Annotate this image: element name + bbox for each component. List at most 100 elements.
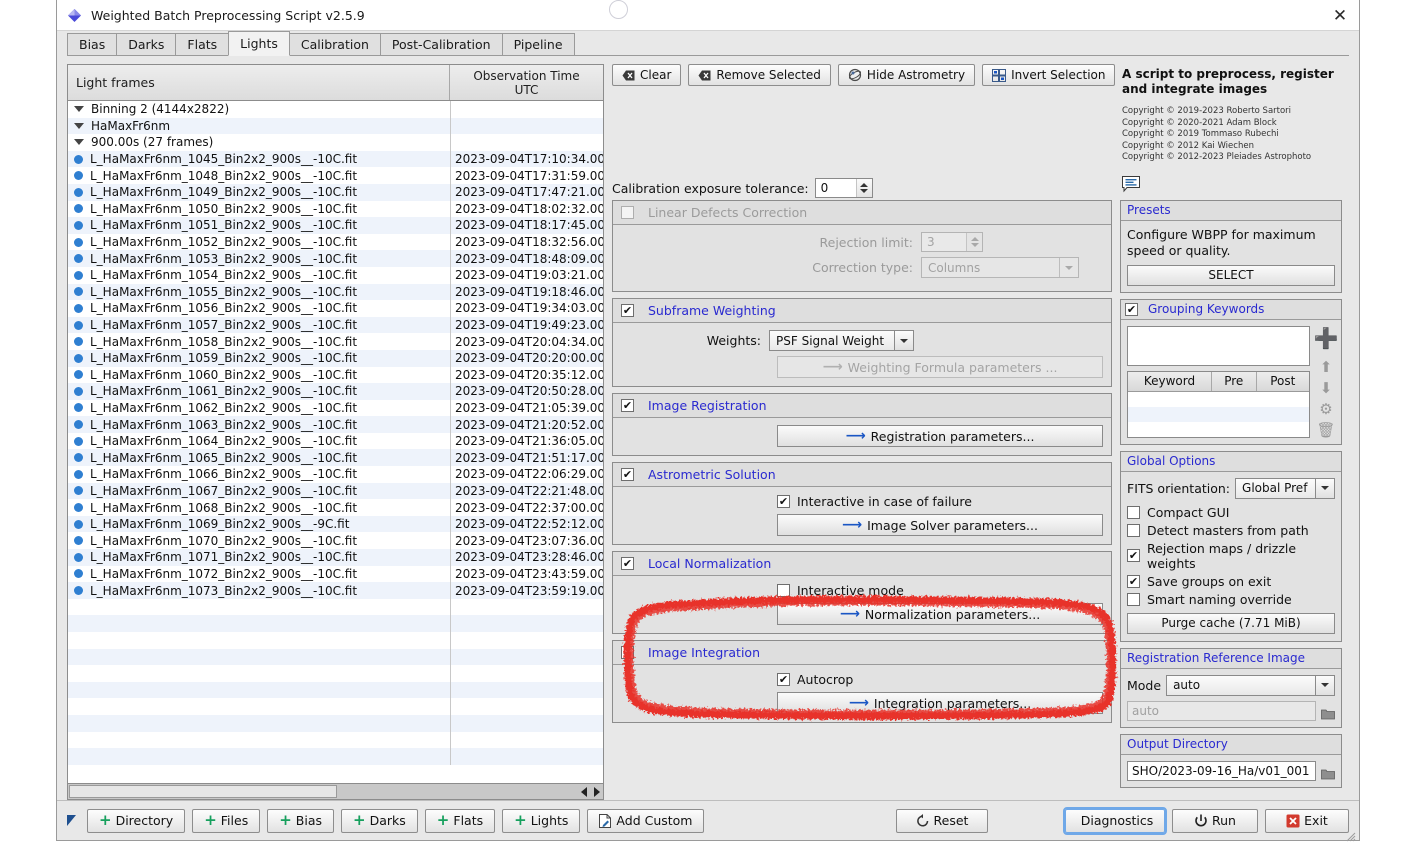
chevron-down-icon[interactable] [1315,478,1334,498]
grouping-keywords-header[interactable]: Grouping Keywords [1121,299,1341,320]
add-lights-button[interactable]: + Lights [502,808,581,833]
tree-file-row[interactable]: L_HaMaxFr6nm_1067_Bin2x2_900s__-10C.fit 2… [68,482,603,500]
hide-astrometry-button[interactable]: Hide Astrometry [837,64,976,86]
group-header-astrometric-solution[interactable]: Astrometric Solution [613,463,1111,487]
calibration-tolerance-stepper[interactable]: 0 [814,178,873,198]
group-header-subframe-weighting[interactable]: Subframe Weighting [613,299,1111,323]
detect-masters-checkbox[interactable] [1127,523,1140,537]
tree-file-row[interactable]: L_HaMaxFr6nm_1066_Bin2x2_900s__-10C.fit 2… [68,466,603,483]
option-smart-naming[interactable]: Smart naming override [1127,592,1335,607]
subframe-weighting-checkbox[interactable] [621,304,634,317]
purge-cache-button[interactable]: Purge cache (7.71 MiB) [1127,612,1335,634]
scrollbar-thumb[interactable] [69,785,337,798]
tree-file-row[interactable]: L_HaMaxFr6nm_1071_Bin2x2_900s__-10C.fit 2… [68,549,603,566]
gear-icon[interactable]: ⚙ [1319,401,1332,417]
grouping-keyword-input[interactable] [1127,325,1310,366]
tree-group-row[interactable]: Binning 2 (4144x2822) [68,101,603,118]
add-custom-button[interactable]: Add Custom [587,808,705,833]
run-button[interactable]: Run [1172,808,1258,833]
group-header-linear-defects[interactable]: Linear Defects Correction [613,201,1111,225]
folder-icon[interactable] [1321,765,1335,779]
exit-button[interactable]: Exit [1265,808,1349,833]
reference-mode-select[interactable]: auto [1166,674,1335,696]
fits-orientation-select[interactable]: Global Pref [1235,477,1335,499]
tree-file-row[interactable]: L_HaMaxFr6nm_1048_Bin2x2_900s__-10C.fit 2… [68,167,603,184]
astrometric-interactive-row[interactable]: Interactive in case of failure [777,494,1103,509]
tree-file-row[interactable]: L_HaMaxFr6nm_1045_Bin2x2_900s__-10C.fit 2… [68,150,603,168]
add-bias-button[interactable]: + Bias [267,808,335,833]
autocrop-row[interactable]: Autocrop [777,672,1103,687]
add-directory-button[interactable]: + Directory [87,808,186,833]
add-files-button[interactable]: + Files [192,808,261,833]
option-detect-masters[interactable]: Detect masters from path [1127,523,1335,538]
tree-file-row[interactable]: L_HaMaxFr6nm_1064_Bin2x2_900s__-10C.fit 2… [68,432,603,450]
diagnostics-button[interactable]: Diagnostics [1063,806,1167,835]
tree-file-row[interactable]: L_HaMaxFr6nm_1065_Bin2x2_900s__-10C.fit 2… [68,449,603,467]
tab-lights[interactable]: Lights [228,31,290,56]
tree-group-row[interactable]: HaMaxFr6nm [68,117,603,135]
tab-bias[interactable]: Bias [67,33,118,56]
resize-grip[interactable] [1346,827,1356,842]
move-up-icon[interactable]: ⬆ [1320,359,1333,375]
horizontal-scrollbar[interactable] [68,783,603,799]
normalization-parameters-button[interactable]: ⟶ Normalization parameters... [777,603,1103,625]
registration-parameters-button[interactable]: ⟶ Registration parameters... [777,425,1103,447]
scroll-left-icon[interactable] [581,787,587,797]
tree-file-row[interactable]: L_HaMaxFr6nm_1068_Bin2x2_900s__-10C.fit 2… [68,499,603,516]
local-normalization-checkbox[interactable] [621,557,634,570]
tree-file-row[interactable]: L_HaMaxFr6nm_1059_Bin2x2_900s__-10C.fit 2… [68,349,603,367]
stepper-arrows[interactable] [855,179,872,197]
tree-file-row[interactable]: L_HaMaxFr6nm_1058_Bin2x2_900s__-10C.fit 2… [68,333,603,350]
local-normalization-interactive-row[interactable]: Interactive mode [777,583,1103,598]
tree-file-row[interactable]: L_HaMaxFr6nm_1062_Bin2x2_900s__-10C.fit 2… [68,399,603,417]
tree-file-row[interactable]: L_HaMaxFr6nm_1051_Bin2x2_900s__-10C.fit 2… [68,217,603,234]
astrometric-interactive-checkbox[interactable] [777,495,790,508]
tab-flats[interactable]: Flats [175,33,230,56]
add-darks-button[interactable]: + Darks [341,808,418,833]
tree-file-row[interactable]: L_HaMaxFr6nm_1053_Bin2x2_900s__-10C.fit 2… [68,250,603,267]
group-header-local-normalization[interactable]: Local Normalization [613,552,1111,576]
option-save-groups[interactable]: Save groups on exit [1127,574,1335,589]
chevron-down-icon[interactable] [1315,675,1334,695]
tree-file-row[interactable]: L_HaMaxFr6nm_1055_Bin2x2_900s__-10C.fit 2… [68,283,603,301]
documentation-icon[interactable] [1122,175,1142,192]
local-normalization-interactive-checkbox[interactable] [777,584,790,597]
invert-selection-button[interactable]: Invert Selection [982,64,1116,86]
tree-group-row[interactable]: 900.00s (27 frames) [68,134,603,151]
output-directory-field[interactable]: SHO/2023-09-16_Ha/v01_001 [1127,760,1316,781]
chevron-down-icon[interactable] [894,331,913,350]
add-keyword-icon[interactable]: ➕ [1314,328,1339,348]
image-integration-checkbox[interactable] [621,646,634,659]
stepper-up-icon[interactable] [860,183,869,187]
tree-file-row[interactable]: L_HaMaxFr6nm_1061_Bin2x2_900s__-10C.fit 2… [68,383,603,400]
tree-file-row[interactable]: L_HaMaxFr6nm_1073_Bin2x2_900s__-10C.fit 2… [68,582,603,599]
tree-file-row[interactable]: L_HaMaxFr6nm_1057_Bin2x2_900s__-10C.fit 2… [68,316,603,334]
integration-parameters-button[interactable]: ⟶ Integration parameters... [777,692,1103,714]
smart-naming-checkbox[interactable] [1127,592,1140,606]
stepper-down-icon[interactable] [860,189,869,193]
tab-pipeline[interactable]: Pipeline [501,33,575,56]
image-registration-checkbox[interactable] [621,399,634,412]
close-icon[interactable]: ✕ [1329,5,1351,27]
tab-post-calibration[interactable]: Post-Calibration [379,33,503,56]
tree-file-row[interactable]: L_HaMaxFr6nm_1063_Bin2x2_900s__-10C.fit 2… [68,416,603,433]
tree-file-row[interactable]: L_HaMaxFr6nm_1070_Bin2x2_900s__-10C.fit 2… [68,532,603,550]
linear-defects-checkbox[interactable] [621,206,634,219]
autocrop-checkbox[interactable] [777,673,790,686]
calibration-tolerance-value[interactable]: 0 [816,179,856,197]
weights-select[interactable]: PSF Signal Weight [769,330,914,351]
remove-selected-button[interactable]: Remove Selected [688,64,831,86]
grouping-keywords-checkbox[interactable] [1125,302,1138,316]
scroll-right-icon[interactable] [594,787,600,797]
compact-gui-checkbox[interactable] [1127,505,1140,519]
column-header-name[interactable]: Light frames [68,65,450,100]
tab-calibration[interactable]: Calibration [288,33,381,56]
move-down-icon[interactable]: ⬇ [1320,380,1333,396]
group-header-image-integration[interactable]: Image Integration [613,641,1111,665]
reset-button[interactable]: Reset [896,808,988,833]
trash-icon[interactable]: 🗑 [1316,422,1335,438]
presets-select-button[interactable]: SELECT [1127,264,1335,286]
grouping-keywords-table[interactable]: Keyword Pre Post [1127,370,1310,438]
option-compact-gui[interactable]: Compact GUI [1127,505,1335,520]
clear-button[interactable]: Clear [612,64,682,86]
